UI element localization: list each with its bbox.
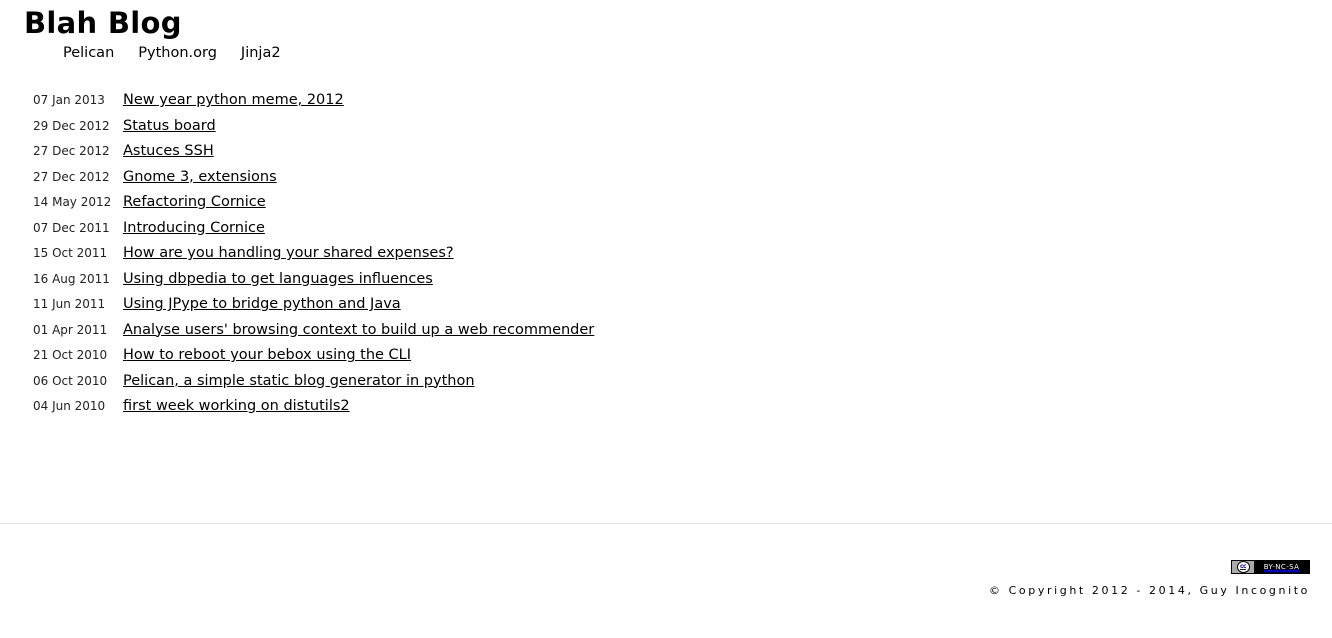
post-title-link[interactable]: Astuces SSH [123, 143, 214, 159]
post-date: 11 Jun 2011 [33, 297, 106, 311]
post-date: 29 Dec 2012 [33, 118, 110, 133]
post-title-link[interactable]: Gnome 3, extensions [123, 169, 277, 185]
post-title-link[interactable]: New year python meme, 2012 [123, 92, 344, 108]
post-date: 16 Aug 2011 [33, 271, 110, 286]
post-date: 07 Jan 2013 [33, 93, 105, 107]
post-date: 07 Dec 2011 [33, 220, 110, 235]
list-item: 27 Dec 2012 Astuces SSH [33, 143, 594, 169]
post-title-link[interactable]: Analyse users' browsing context to build… [123, 322, 594, 338]
list-item: 06 Oct 2010 Pelican, a simple static blo… [33, 373, 594, 399]
post-title-link[interactable]: Status board [123, 118, 216, 134]
post-list: 07 Jan 2013 New year python meme, 2012 2… [33, 92, 594, 424]
post-date: 27 Dec 2012 [33, 169, 110, 184]
post-title-link[interactable]: Refactoring Cornice [123, 194, 266, 210]
post-title-link[interactable]: Pelican, a simple static blog generator … [123, 373, 475, 389]
site-header: Blah Blog [24, 5, 182, 41]
license-badge-link[interactable]: cc BY-NC-SA [1231, 560, 1310, 574]
post-title-link[interactable]: Using JPype to bridge python and Java [123, 296, 401, 312]
post-title-link[interactable]: Using dbpedia to get languages influence… [123, 271, 433, 287]
list-item: 21 Oct 2010 How to reboot your bebox usi… [33, 347, 594, 373]
main-nav: Pelican Python.org Jinja2 [63, 44, 305, 62]
post-date: 14 May 2012 [33, 195, 112, 209]
list-item: 14 May 2012 Refactoring Cornice [33, 194, 594, 220]
post-date: 21 Oct 2010 [33, 348, 108, 362]
license-terms: BY-NC-SA [1254, 561, 1309, 573]
nav-link-python-org[interactable]: Python.org [138, 44, 217, 62]
post-date: 01 Apr 2011 [33, 322, 108, 337]
cc-mark: cc [1236, 561, 1250, 573]
post-date: 15 Oct 2011 [33, 246, 108, 260]
list-item: 29 Dec 2012 Status board [33, 118, 594, 144]
list-item: 16 Aug 2011 Using dbpedia to get languag… [33, 271, 594, 297]
site-title-link[interactable]: Blah Blog [24, 5, 182, 41]
copyright-text: © Copyright 2012 - 2014, Guy Incognito [988, 584, 1310, 597]
post-title-link[interactable]: first week working on distutils2 [123, 398, 350, 414]
post-date: 04 Jun 2010 [33, 399, 106, 413]
list-item: 15 Oct 2011 How are you handling your sh… [33, 245, 594, 271]
list-item: 07 Jan 2013 New year python meme, 2012 [33, 92, 594, 118]
list-item: 04 Jun 2010 first week working on distut… [33, 398, 594, 424]
post-date: 27 Dec 2012 [33, 144, 110, 158]
list-item: 27 Dec 2012 Gnome 3, extensions [33, 169, 594, 195]
footer-divider [0, 523, 1332, 524]
list-item: 01 Apr 2011 Analyse users' browsing cont… [33, 322, 594, 348]
list-item: 07 Dec 2011 Introducing Cornice [33, 220, 594, 246]
creative-commons-icon: cc [1232, 561, 1254, 573]
post-title-link[interactable]: How are you handling your shared expense… [123, 245, 454, 261]
nav-link-jinja2[interactable]: Jinja2 [241, 44, 281, 62]
post-title-link[interactable]: How to reboot your bebox using the CLI [123, 347, 411, 363]
post-date: 06 Oct 2010 [33, 373, 108, 388]
nav-link-pelican[interactable]: Pelican [63, 44, 114, 62]
post-title-link[interactable]: Introducing Cornice [123, 220, 265, 236]
list-item: 11 Jun 2011 Using JPype to bridge python… [33, 296, 594, 322]
